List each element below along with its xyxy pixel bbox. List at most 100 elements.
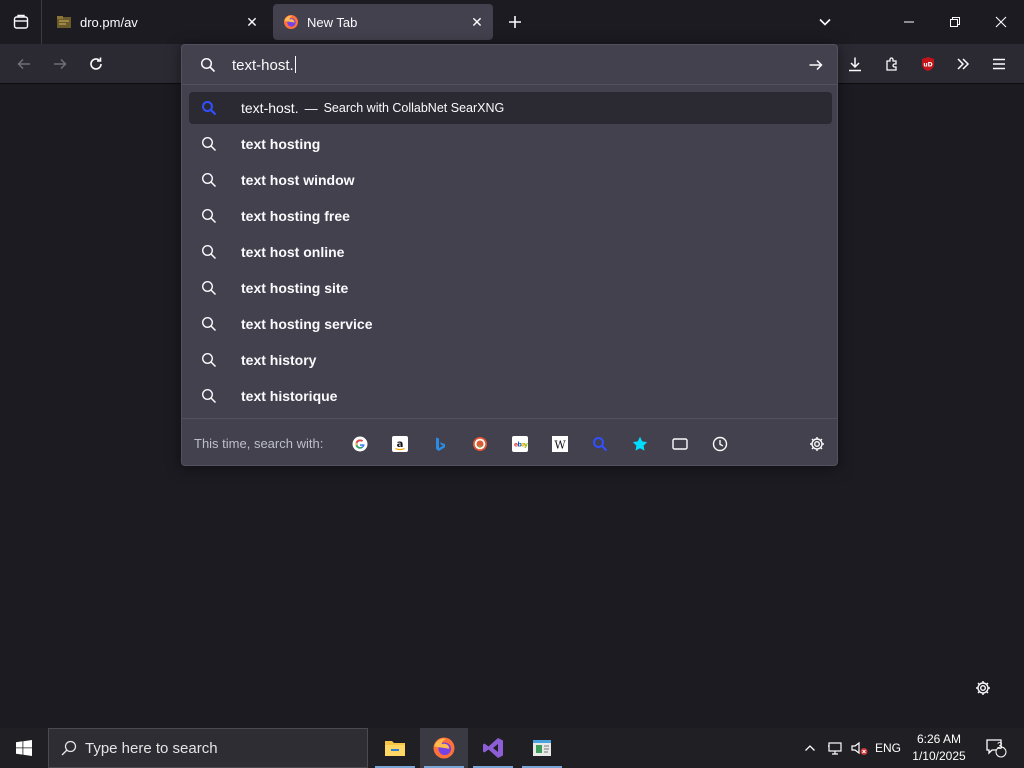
suggestion-row[interactable]: text history [189,344,832,376]
downloads-button[interactable] [839,48,871,80]
puzzle-icon [886,57,897,71]
file-explorer-taskbar-button[interactable] [371,728,419,768]
volume-tray-button[interactable] [848,728,870,768]
firefox-taskbar-button[interactable] [420,728,468,768]
bing-icon [436,437,445,451]
suggestion-row[interactable]: text hosting free [189,200,832,232]
wikipedia-icon: W [552,436,568,452]
suggestion-text: text hosting free [241,208,350,224]
suggestion-row[interactable]: text hosting [189,128,832,160]
svg-text:W: W [554,439,566,452]
visual-studio-taskbar-button[interactable] [469,728,517,768]
close-icon [995,16,1007,28]
history-search-button[interactable] [708,432,732,456]
search-icon [201,280,217,296]
urlbar-input-row: text-host. [182,45,837,85]
search-icon [200,57,216,73]
windows-logo-icon [16,740,32,756]
tab-icon [672,438,688,450]
search-icon [201,244,217,260]
firefox-view-icon [13,14,28,29]
svg-text:y: y [524,442,528,449]
suggestion-row[interactable]: text host online [189,236,832,268]
gear-icon [976,681,990,695]
notepad-app-icon [533,740,551,756]
suggestion-row[interactable]: text hosting site [189,272,832,304]
ebay-engine-button[interactable]: ebay [508,432,532,456]
search-settings-button[interactable] [805,432,829,456]
search-icon [201,316,217,332]
heuristic-result-row[interactable]: text-host. — Search with CollabNet SearX… [189,92,832,124]
searxng-icon [202,101,217,116]
more-tools-button[interactable] [947,48,979,80]
separator: — [304,100,318,116]
suggestion-text: text host online [241,244,345,260]
start-button[interactable] [0,728,48,768]
back-button[interactable] [8,48,40,80]
notification-icon [986,739,1007,758]
tab-close-button[interactable]: ✕ [240,10,264,34]
urlbar-input[interactable]: text-host. [232,56,296,74]
one-off-search-bar: This time, search with: a ebay W [182,418,837,466]
ublock-icon: uD [922,57,934,71]
close-window-button[interactable] [978,0,1024,44]
tab-title: dro.pm/av [80,14,138,30]
wikipedia-engine-button[interactable]: W [548,432,572,456]
suggestion-text: text historique [241,388,338,404]
suggestion-text: text host window [241,172,355,188]
network-tray-button[interactable] [824,728,846,768]
list-all-tabs-button[interactable] [802,0,848,44]
tab-close-button[interactable]: ✕ [465,10,489,34]
google-icon [352,436,368,452]
restore-button[interactable] [932,0,978,44]
app-menu-button[interactable] [983,48,1015,80]
action-center-button[interactable]: 3 [978,728,1014,768]
ublock-origin-button[interactable]: uD [912,48,944,80]
google-engine-button[interactable] [348,432,372,456]
star-icon [632,436,648,451]
search-icon [201,208,217,224]
extensions-button[interactable] [876,48,908,80]
taskbar-search-box[interactable]: Type here to search [48,728,368,768]
reload-button[interactable] [80,48,112,80]
arrow-right-icon [54,58,67,70]
go-button[interactable] [804,53,828,77]
search-icon [201,388,217,404]
tab-new-tab[interactable]: New Tab ✕ [273,4,493,40]
search-icon [61,740,77,756]
searxng-engine-button[interactable] [588,432,612,456]
clock-icon [712,436,728,452]
newtab-customize-button[interactable] [970,675,996,701]
ebay-icon: e b ay [512,436,528,452]
suggestion-row[interactable]: text hosting service [189,308,832,340]
tab-dro-pm[interactable]: dro.pm/av ✕ [46,4,268,40]
tabs-search-button[interactable] [668,432,692,456]
taskbar-clock[interactable]: 6:26 AM 1/10/2025 [905,731,973,765]
chevron-down-icon [819,18,831,26]
minimize-icon [904,21,914,23]
suggestion-row[interactable]: text host window [189,164,832,196]
minimize-button[interactable] [886,0,932,44]
suggestion-text: text hosting [241,136,321,152]
firefox-view-button[interactable] [0,0,42,44]
app-taskbar-button[interactable] [518,728,566,768]
download-icon [849,57,861,72]
amazon-engine-button[interactable]: a [388,432,412,456]
heuristic-query: text-host. [241,100,299,116]
gear-icon [810,437,824,451]
forward-button[interactable] [44,48,76,80]
double-chevron-right-icon [957,58,970,70]
arrow-left-icon [17,58,30,70]
new-tab-button[interactable] [501,8,529,36]
bing-engine-button[interactable] [428,432,452,456]
plus-icon [509,16,521,28]
volume-muted-icon [851,741,868,755]
restore-icon [950,17,960,27]
folder-icon [385,741,405,756]
duckduckgo-engine-button[interactable] [468,432,492,456]
suggestion-text: text history [241,352,317,368]
input-language-indicator[interactable]: ENG [872,728,904,768]
suggestion-row[interactable]: text historique [189,380,832,412]
show-hidden-icons-button[interactable] [800,728,820,768]
bookmarks-search-button[interactable] [628,432,652,456]
